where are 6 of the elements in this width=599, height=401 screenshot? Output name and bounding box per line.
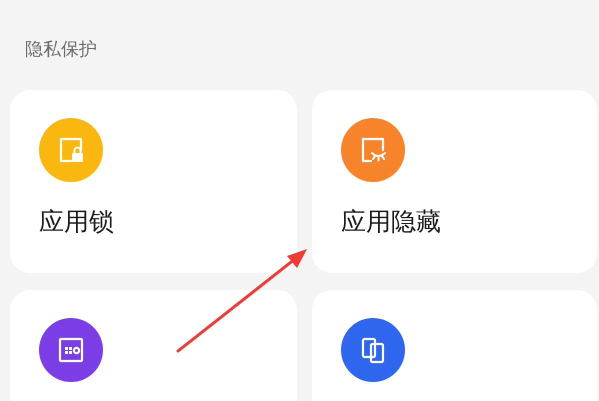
- safe-icon: [56, 335, 86, 365]
- feature-card[interactable]: 应用锁: [10, 90, 297, 273]
- feature-label: 应用锁: [39, 206, 115, 238]
- feature-label: 应用隐藏: [341, 206, 442, 238]
- feature-card[interactable]: 应用隐藏: [312, 90, 597, 273]
- section-title: 隐私保护: [25, 39, 97, 60]
